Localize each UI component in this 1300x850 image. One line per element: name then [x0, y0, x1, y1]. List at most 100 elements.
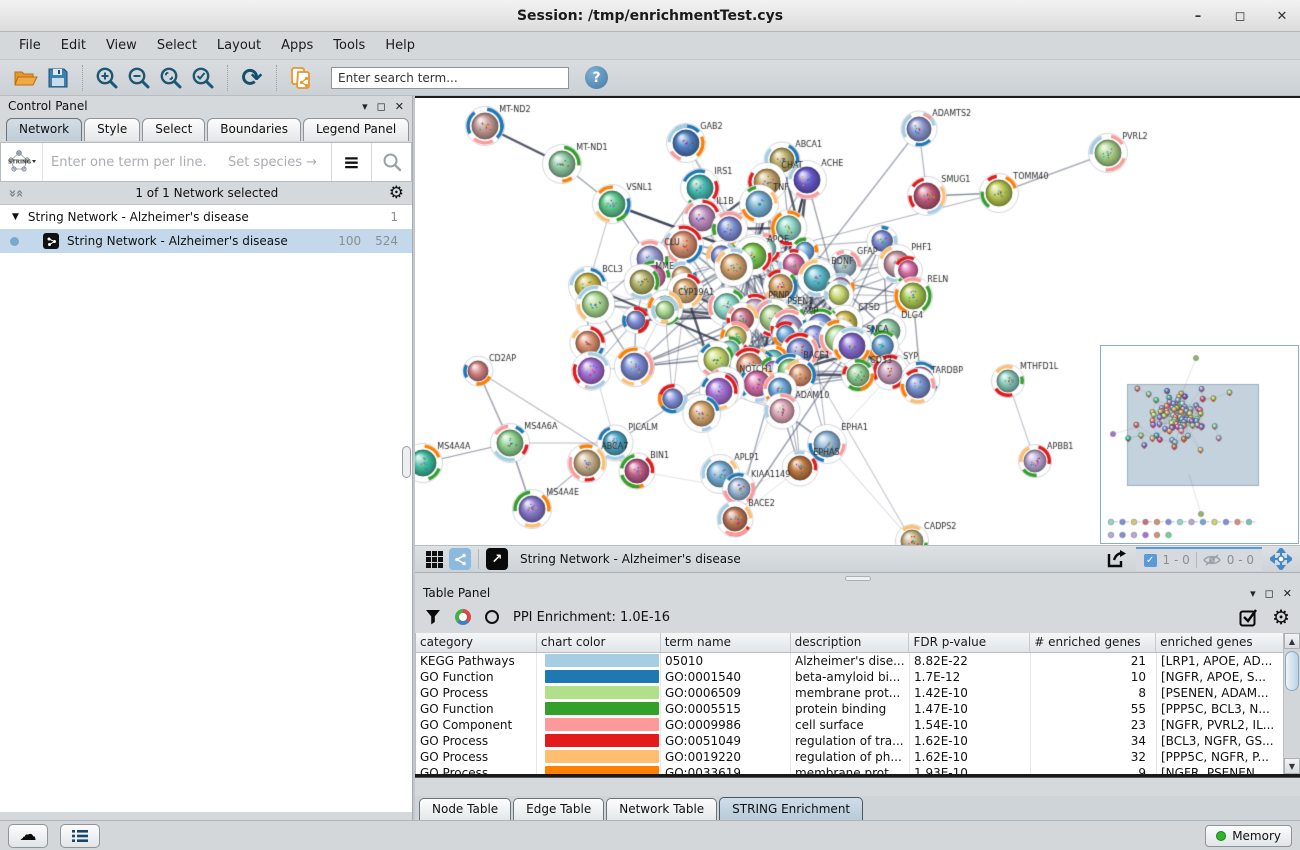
menu-item-edit[interactable]: Edit [52, 35, 95, 56]
string-search-button[interactable] [371, 143, 411, 181]
task-history-button[interactable] [60, 824, 100, 848]
magnifier-icon [382, 152, 402, 172]
column-header-FDR-p-value[interactable]: FDR p-value [909, 633, 1030, 652]
filter-button[interactable] [425, 609, 441, 625]
zoom-in-button[interactable] [91, 63, 123, 93]
scroll-up-button[interactable]: ▲ [1284, 633, 1300, 649]
navigator-canvas[interactable] [1101, 346, 1298, 543]
column-header--enriched-genes[interactable]: # enriched genes [1030, 633, 1156, 652]
zoom-out-button[interactable] [123, 63, 155, 93]
string-terms-input[interactable] [43, 155, 228, 170]
table-row[interactable]: GO ProcessGO:0019220regulation of ph...1… [416, 749, 1300, 765]
tab-legend-panel[interactable]: Legend Panel [303, 118, 409, 141]
menu-item-view[interactable]: View [97, 35, 146, 56]
set-species-hint[interactable]: Set species → [228, 155, 331, 170]
search-input[interactable] [331, 67, 569, 89]
menu-item-apps[interactable]: Apps [272, 35, 322, 56]
collapse-all-icon[interactable]: » [13, 189, 28, 197]
save-session-button[interactable] [42, 63, 74, 93]
navigator-toggle-button[interactable] [1268, 548, 1294, 570]
column-header-description[interactable]: description [791, 633, 910, 652]
main-toolbar: ⟳ ? [0, 60, 1300, 96]
cell-genes: [PPP5C, NGFR, P... [1157, 749, 1300, 765]
panel-collapse-icon[interactable]: ▾ [362, 101, 368, 112]
scrollbar-thumb[interactable] [1285, 651, 1299, 691]
string-options-button[interactable]: ≡ [331, 143, 371, 181]
column-header-chart-color[interactable]: chart color [537, 633, 661, 652]
network-name: String Network - Alzheimer's disease [67, 234, 338, 248]
cell-fdr: 8.82E-22 [910, 653, 1031, 669]
panel-collapse-icon[interactable]: ▾ [1250, 588, 1256, 599]
collection-expand-icon[interactable]: ▼ [12, 212, 19, 222]
open-in-new-button[interactable]: ↗ [484, 548, 510, 570]
table-row[interactable]: GO FunctionGO:0001540beta-amyloid bi...1… [416, 669, 1300, 685]
table-row[interactable]: GO ProcessGO:0051049regulation of tra...… [416, 733, 1300, 749]
zoom-fit-button[interactable] [155, 63, 187, 93]
cell-category: GO Process [416, 685, 537, 701]
maximize-button[interactable]: ◻ [1232, 9, 1248, 24]
tab-string-enrichment[interactable]: STRING Enrichment [719, 797, 863, 820]
network-collection-row[interactable]: ▼ String Network - Alzheimer's disease 1 [0, 205, 412, 229]
column-header-enriched-genes[interactable]: enriched genes [1156, 633, 1300, 652]
zoom-selected-button[interactable] [187, 63, 219, 93]
string-protein-query-dropdown[interactable]: STRING [1, 143, 43, 181]
horizontal-splitter[interactable] [415, 573, 1300, 583]
menu-item-layout[interactable]: Layout [208, 35, 270, 56]
splitter-handle[interactable] [845, 576, 871, 581]
scroll-down-button[interactable]: ▼ [1284, 758, 1300, 774]
cloud-button[interactable]: ☁ [8, 824, 48, 848]
tab-edge-table[interactable]: Edge Table [513, 798, 604, 820]
column-header-term-name[interactable]: term name [661, 633, 791, 652]
enrichment-table: categorychart colorterm namedescriptionF… [415, 633, 1300, 774]
title-bar[interactable]: Session: /tmp/enrichmentTest.cys – ◻ ✕ [0, 0, 1300, 32]
remove-chart-button[interactable] [485, 610, 499, 624]
cell-genes: [PSENEN, ADAM... [1157, 685, 1300, 701]
panel-divider-handle[interactable] [402, 446, 411, 478]
tab-network-table[interactable]: Network Table [606, 798, 717, 820]
select-rows-button[interactable] [1239, 608, 1258, 627]
enrichment-settings-gear-icon[interactable]: ⚙ [1272, 607, 1290, 627]
close-button[interactable]: ✕ [1274, 9, 1290, 24]
cell-category: GO Process [416, 733, 537, 749]
svg-text:STRING: STRING [8, 160, 32, 166]
network-row-selected[interactable]: String Network - Alzheimer's disease 100… [0, 229, 412, 253]
help-button[interactable]: ? [585, 66, 608, 89]
menu-item-file[interactable]: File [10, 35, 50, 56]
panel-close-icon[interactable]: ✕ [395, 101, 404, 112]
string-share-button[interactable] [447, 548, 473, 570]
minimize-button[interactable]: – [1190, 9, 1206, 24]
tab-style[interactable]: Style [84, 118, 140, 141]
cell-description: membrane prot... [791, 685, 910, 701]
export-network-button[interactable] [1104, 548, 1130, 570]
selected-checkbox-icon[interactable]: ✓ [1144, 554, 1157, 567]
table-vertical-scrollbar[interactable]: ▲ ▼ [1283, 633, 1300, 774]
cell-count: 34 [1031, 733, 1157, 749]
chart-settings-button[interactable] [455, 609, 471, 625]
table-row[interactable]: GO ProcessGO:0006509membrane prot...1.42… [416, 685, 1300, 701]
network-list-gear-icon[interactable]: ⚙ [389, 185, 404, 202]
refresh-button[interactable]: ⟳ [236, 63, 268, 93]
table-row[interactable]: GO FunctionGO:0005515protein binding1.47… [416, 701, 1300, 717]
tab-node-table[interactable]: Node Table [419, 798, 511, 820]
grid-view-button[interactable] [421, 548, 447, 570]
panel-float-icon[interactable]: ◻ [1265, 588, 1274, 599]
tab-boundaries[interactable]: Boundaries [207, 118, 301, 141]
import-network-button[interactable] [285, 63, 317, 93]
tab-network[interactable]: Network [6, 118, 82, 141]
toolbar-separator [478, 549, 479, 569]
tab-select[interactable]: Select [142, 118, 205, 141]
birds-eye-view[interactable] [1100, 345, 1299, 544]
panel-float-icon[interactable]: ◻ [377, 101, 386, 112]
open-session-button[interactable] [10, 63, 42, 93]
menu-item-tools[interactable]: Tools [324, 35, 374, 56]
table-row[interactable]: GO ComponentGO:0009986cell surface1.54E-… [416, 717, 1300, 733]
menu-item-select[interactable]: Select [148, 35, 206, 56]
table-row[interactable]: GO ProcessGO:0033619membrane prot...1.93… [416, 765, 1300, 774]
table-panel-titlebar: Table Panel ▾ ◻ ✕ [415, 583, 1300, 603]
column-header-category[interactable]: category [416, 633, 537, 652]
cell-count: 9 [1031, 765, 1157, 774]
memory-button[interactable]: Memory [1205, 825, 1292, 847]
menu-item-help[interactable]: Help [376, 35, 424, 56]
table-row[interactable]: KEGG Pathways05010Alzheimer's dise...8.8… [416, 653, 1300, 669]
panel-close-icon[interactable]: ✕ [1283, 588, 1292, 599]
